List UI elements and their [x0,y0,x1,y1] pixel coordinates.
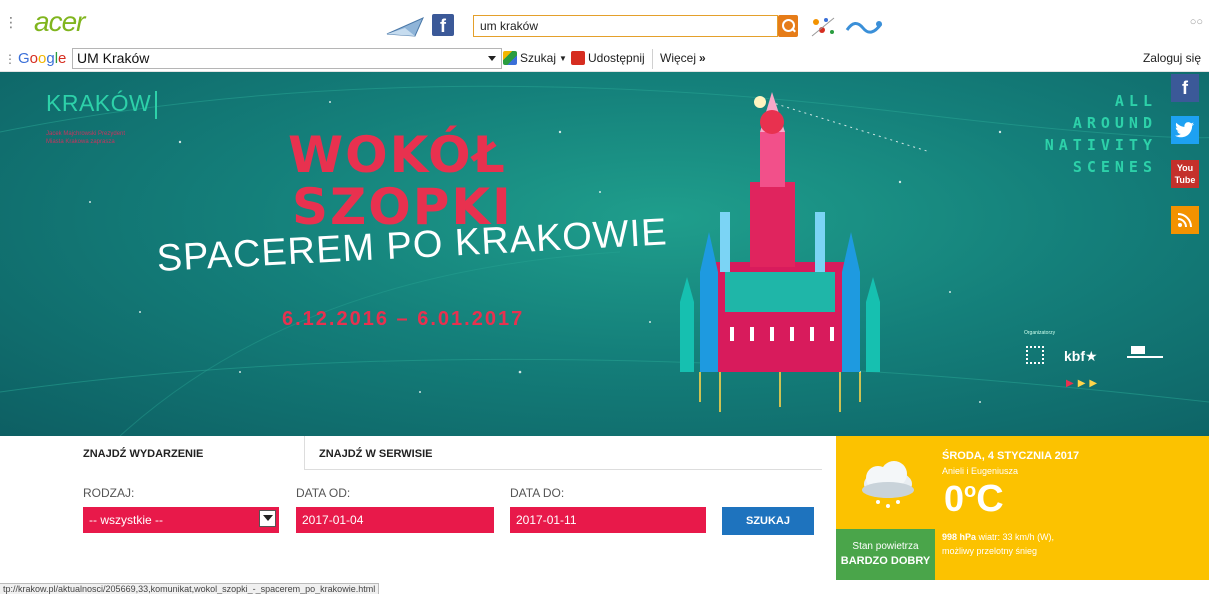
arrow-icon[interactable]: ▶ [1078,378,1090,389]
air-quality-label: Stan powietrza [852,541,919,552]
english-line: ALL [1114,92,1157,110]
logo-letter: e [58,50,67,67]
chevron-down-icon[interactable]: ▼ [559,54,567,63]
rss-icon[interactable] [1171,206,1199,234]
youtube-icon[interactable]: You Tube [1171,160,1199,188]
grip-icon[interactable]: ⋮ [4,52,16,66]
more-label: Więcej [660,51,697,65]
share-icon [571,51,585,65]
share-label: Udostępnij [588,51,645,65]
facebook-icon[interactable]: f [432,14,454,36]
krakow-logo[interactable]: KRAKÓW [46,90,158,119]
acer-search-input[interactable]: um kraków [473,15,778,37]
twitter-icon[interactable] [1171,116,1199,144]
twitter-bird-icon [1175,122,1194,138]
snow-cloud-icon [862,461,914,508]
weather-date: ŚRODA, 4 STYCZNIA 2017 [942,450,1080,462]
arrow-icon[interactable]: ▶ [1089,378,1101,389]
chevron-down-icon[interactable] [488,56,496,61]
facebook-icon[interactable]: f [1171,74,1199,102]
weather-widget[interactable]: ŚRODA, 4 STYCZNIA 2017 Anieli i Eugenius… [836,436,1209,580]
login-link[interactable]: Zaloguj się [1143,51,1201,65]
weather-description: możliwy przelotny śnieg [942,546,1038,556]
pressure-wind: 998 hPa wiatr: 33 km/h (W), [942,532,1054,542]
english-line: NATIVITY [1044,136,1157,154]
paper-plane-icon[interactable] [385,16,425,38]
google-toolbar: ⋮ Google UM Kraków Szukaj ▼ Udostępnij W… [0,46,1209,72]
hero-dates: 6.12.2016 – 6.01.2017 [282,308,525,330]
sponsor-label: Organizatorzy [1024,330,1056,336]
date-from-label: DATA OD: [296,486,351,500]
chevron-down-icon[interactable] [259,510,276,527]
temperature: 0oC [944,478,1004,521]
toolbar-options-icon[interactable]: ○○ [1190,16,1203,28]
arrow-icon[interactable]: ▶ [1066,378,1078,389]
rss-symbol-icon [1177,213,1192,228]
slider-arrows[interactable]: ▶▶▶ [1066,378,1101,389]
air-quality-badge[interactable]: Stan powietrza BARDZO DOBRY [836,529,935,580]
event-search-panel: ZNAJDŹ WYDARZENIE ZNAJDŹ W SERWISIE RODZ… [0,436,836,580]
sponsor-logo-museum[interactable] [1125,344,1165,364]
divider [652,49,653,69]
pressure-value: 998 hPa [942,532,977,542]
status-bar-url: tp://krakow.pl/aktualnosci/205669,33,kom… [0,583,380,594]
tab-find-in-site[interactable]: ZNAJDŹ W SERWISIE [304,436,822,470]
logo-letter: g [46,50,55,67]
hero-banner[interactable]: KRAKÓW Jacek Majchrowski Prezydent Miast… [0,72,1209,436]
hero-title-line1: WOKÓŁ [288,126,507,184]
acer-toolbar: ⋮ acer f um kraków ○○ [0,0,1209,46]
fireworks-icon[interactable] [808,14,838,40]
english-title: ALL AROUND NATIVITY SCENES [1045,90,1157,178]
date-to-input[interactable]: 2017-01-11 [510,507,706,533]
sponsor-logo-kbf[interactable]: kbf★ [1064,348,1098,365]
logo-letter: o [29,50,39,67]
temperature-unit: C [976,478,1004,520]
more-chevron-icon: » [699,51,706,65]
sponsor-logo-1[interactable] [1026,346,1044,364]
google-logo[interactable]: Google [18,50,66,67]
english-line: SCENES [1072,158,1157,176]
search-icon[interactable] [778,15,798,37]
wind-value: wiatr: 33 km/h (W), [978,532,1055,542]
szukaj-label: Szukaj [520,51,557,65]
more-button[interactable]: Więcej » [660,51,706,65]
google-search-button[interactable]: Szukaj ▼ [503,51,567,65]
logo-letter: G [18,50,30,67]
air-quality-value: BARDZO DOBRY [840,555,931,567]
type-label: RODZAJ: [83,486,135,500]
tab-find-event[interactable]: ZNAJDŹ WYDARZENIE [0,436,304,470]
share-button[interactable]: Udostępnij [571,51,645,65]
english-line: AROUND [1072,114,1157,132]
acer-logo[interactable]: acer [34,6,85,38]
mayor-invitation: Jacek Majchrowski Prezydent Miasta Krako… [46,131,126,145]
degree-symbol: o [964,480,977,502]
google-search-input[interactable]: UM Kraków [72,48,502,69]
logo-bar [155,90,158,119]
krakow-logo-text: KRAKÓW [46,90,152,116]
search-event-button[interactable]: SZUKAJ [722,507,814,535]
temperature-value: 0 [944,478,965,519]
doodle-icon[interactable] [845,16,885,38]
weather-name-day: Anieli i Eugeniusza [942,466,1019,476]
google-search-icon [503,51,517,65]
date-to-label: DATA DO: [510,486,565,500]
type-select[interactable]: -- wszystkie -- [83,507,279,533]
date-from-input[interactable]: 2017-01-04 [296,507,494,533]
grip-icon[interactable]: ⋮ [4,14,18,31]
